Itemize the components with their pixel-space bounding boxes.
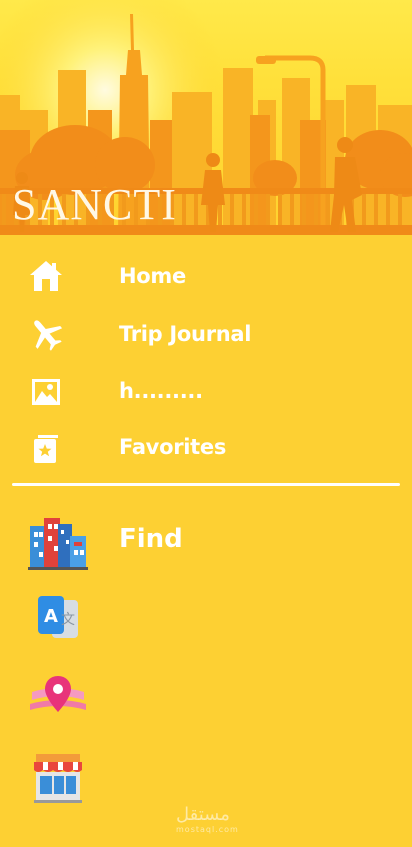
feature-item-translate[interactable]: A 文 xyxy=(0,588,412,658)
svg-text:文: 文 xyxy=(61,612,75,628)
menu-label-trip-journal: Trip Journal xyxy=(119,322,252,346)
menu-item-home[interactable]: Home xyxy=(0,251,412,301)
menu-label-home: Home xyxy=(119,264,186,288)
brand-logo-text: SANCTI xyxy=(12,180,177,229)
feature-item-location[interactable] xyxy=(0,668,412,738)
navigation-drawer: SANCTI Home Trip Journal h......... Favo… xyxy=(0,0,412,847)
city-buildings-icon xyxy=(28,518,88,570)
watermark-subtext: mostaql.com xyxy=(176,825,239,834)
menu-item-trip-journal[interactable]: Trip Journal xyxy=(0,309,412,359)
feature-item-find[interactable]: Find xyxy=(0,508,412,578)
menu-label-gallery: h......... xyxy=(119,379,203,403)
image-icon xyxy=(32,379,60,405)
watermark-text: مستقل xyxy=(176,804,230,825)
drawer-header: SANCTI xyxy=(0,0,412,235)
airplane-icon xyxy=(34,320,63,351)
watermark: مستقل mostaql.com xyxy=(176,804,239,834)
translate-icon: A 文 xyxy=(38,596,78,638)
shop-icon xyxy=(34,754,82,803)
star-card-icon xyxy=(34,435,58,463)
home-icon xyxy=(30,261,62,291)
menu-divider xyxy=(12,483,400,486)
menu-item-gallery[interactable]: h......... xyxy=(0,366,412,416)
menu-label-favorites: Favorites xyxy=(119,435,227,459)
feature-label-find: Find xyxy=(119,524,183,554)
svg-text:A: A xyxy=(44,606,58,627)
menu-item-favorites[interactable]: Favorites xyxy=(0,422,412,472)
map-pin-icon xyxy=(30,676,86,712)
